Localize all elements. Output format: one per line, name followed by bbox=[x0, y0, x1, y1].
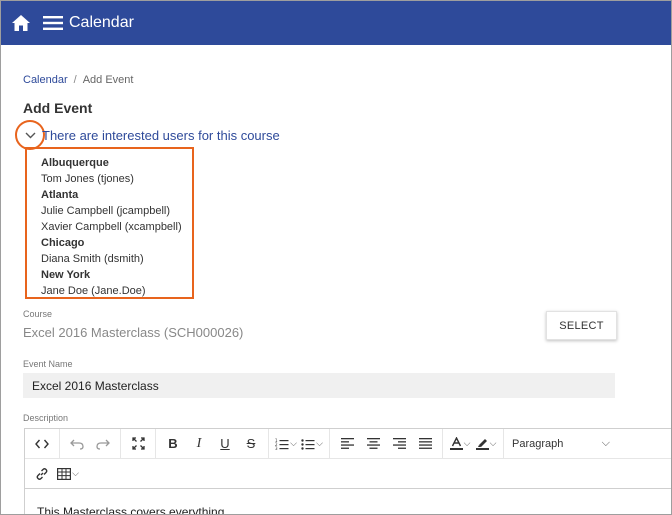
highlight-color-icon[interactable]: ⌵ bbox=[473, 432, 499, 456]
align-center-icon[interactable] bbox=[360, 432, 386, 456]
home-icon[interactable] bbox=[10, 12, 32, 34]
bullet-list-icon[interactable]: ⌵ bbox=[299, 432, 325, 456]
italic-icon[interactable]: I bbox=[186, 432, 212, 456]
toolbar-group-format: B I U S bbox=[156, 428, 269, 459]
list-item-city: New York bbox=[41, 269, 91, 281]
list-item-user: Jane Doe (Jane.Doe) bbox=[41, 285, 146, 297]
toolbar-group-insert: ⌵ bbox=[25, 462, 81, 486]
toolbar-group-color: ⌵ ⌵ bbox=[443, 428, 504, 459]
align-left-icon[interactable] bbox=[334, 432, 360, 456]
menu-icon[interactable] bbox=[42, 12, 64, 34]
description-editor: B I U S 123 ⌵ ⌵ ⌵ ⌵ Paragraph ⌵ ⌵ This M… bbox=[24, 428, 671, 514]
redo-icon[interactable] bbox=[90, 432, 116, 456]
list-item-user: Julie Campbell (jcampbell) bbox=[41, 205, 170, 217]
strikethrough-icon[interactable]: S bbox=[238, 432, 264, 456]
align-right-icon[interactable] bbox=[386, 432, 412, 456]
chevron-down-icon: ⌵ bbox=[316, 438, 323, 448]
toolbar-group-history bbox=[60, 428, 121, 459]
toolbar-group-align bbox=[330, 428, 443, 459]
bold-icon[interactable]: B bbox=[160, 432, 186, 456]
app-title: Calendar bbox=[69, 14, 134, 31]
event-name-input[interactable] bbox=[23, 373, 615, 398]
interested-users-text[interactable]: There are interested users for this cour… bbox=[42, 128, 280, 143]
align-justify-icon[interactable] bbox=[412, 432, 438, 456]
editor-toolbar-row-2: ⌵ bbox=[25, 459, 671, 489]
chevron-down-icon: ⌵ bbox=[489, 438, 497, 448]
undo-icon[interactable] bbox=[64, 432, 90, 456]
fullscreen-icon[interactable] bbox=[125, 432, 151, 456]
text-color-icon[interactable]: ⌵ bbox=[447, 432, 473, 456]
toolbar-group-source bbox=[25, 428, 60, 459]
breadcrumb-calendar-link[interactable]: Calendar bbox=[23, 74, 68, 86]
underline-icon[interactable]: U bbox=[212, 432, 238, 456]
breadcrumb-separator: / bbox=[73, 74, 77, 86]
list-item-user: Diana Smith (dsmith) bbox=[41, 253, 144, 265]
page-title: Add Event bbox=[23, 100, 93, 116]
breadcrumb: Calendar / Add Event bbox=[23, 74, 133, 86]
list-item-city: Albuquerque bbox=[41, 157, 109, 169]
list-item-user: Xavier Campbell (xcampbell) bbox=[41, 221, 182, 233]
app-window: Calendar Calendar / Add Event Add Event Th… bbox=[0, 0, 672, 515]
table-icon[interactable]: ⌵ bbox=[55, 462, 81, 486]
numbered-list-icon[interactable]: 123 ⌵ bbox=[273, 432, 299, 456]
link-icon[interactable] bbox=[29, 462, 55, 486]
chevron-down-icon: ⌵ bbox=[72, 468, 79, 478]
course-label: Course bbox=[23, 309, 53, 319]
top-bar: Calendar bbox=[1, 1, 671, 45]
chevron-down-icon: ⌵ bbox=[463, 438, 471, 448]
event-name-label: Event Name bbox=[23, 359, 73, 369]
chevron-down-icon bbox=[25, 132, 35, 138]
source-code-icon[interactable] bbox=[29, 432, 55, 456]
expand-highlight-circle[interactable] bbox=[15, 120, 45, 150]
description-content[interactable]: This Masterclass covers everything bbox=[37, 505, 224, 514]
list-item-user: Tom Jones (tjones) bbox=[41, 173, 134, 185]
chevron-down-icon: ⌵ bbox=[290, 438, 297, 448]
course-value: Excel 2016 Masterclass (SCH000026) bbox=[23, 325, 244, 340]
editor-toolbar-row-1: B I U S 123 ⌵ ⌵ ⌵ ⌵ Paragraph ⌵ bbox=[25, 428, 671, 459]
toolbar-group-lists: 123 ⌵ ⌵ bbox=[269, 428, 330, 459]
toolbar-group-fullscreen bbox=[121, 428, 156, 459]
description-label: Description bbox=[23, 413, 69, 423]
chevron-down-icon: ⌵ bbox=[601, 437, 610, 449]
select-course-button[interactable]: SELECT bbox=[546, 311, 617, 340]
paragraph-format-value: Paragraph bbox=[512, 437, 564, 450]
breadcrumb-current: Add Event bbox=[82, 74, 134, 86]
svg-text:3: 3 bbox=[275, 446, 278, 450]
interested-users-toggle[interactable]: There are interested users for this cour… bbox=[15, 120, 283, 150]
list-item-city: Atlanta bbox=[41, 189, 79, 201]
interested-users-list: Albuquerque Tom Jones (tjones) Atlanta J… bbox=[25, 147, 194, 299]
paragraph-format-select[interactable]: Paragraph ⌵ bbox=[504, 429, 610, 459]
list-item-city: Chicago bbox=[41, 237, 85, 249]
